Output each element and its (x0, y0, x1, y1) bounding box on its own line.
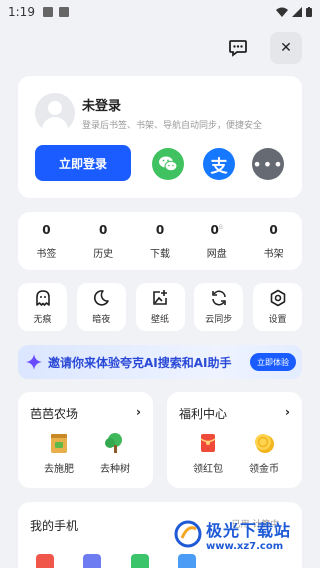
phone-title: 我的手机 (30, 519, 79, 533)
ghost-icon (35, 290, 50, 306)
tool-label: 无痕 (33, 315, 52, 325)
stat-label: 网盘 (206, 248, 227, 260)
wechat-login-button[interactable] (152, 148, 184, 180)
document-app-icon[interactable] (178, 554, 196, 568)
farm-item-label: 去种树 (100, 464, 130, 475)
stat-label: 下载 (149, 248, 170, 260)
status-bar: 1:19 (0, 0, 320, 24)
avatar[interactable] (35, 93, 75, 133)
fertilize-button[interactable]: 去施肥 (37, 432, 81, 475)
welfare-item-label: 领金币 (249, 464, 279, 475)
red-packet-button[interactable]: 领红包 (186, 432, 230, 475)
sparkle-icon (26, 354, 42, 370)
ai-invite-banner[interactable]: 邀请你来体验夸克AI搜索和AI助手 立即体验 (18, 345, 302, 379)
gear-icon (270, 289, 285, 307)
stat-count: 0 (155, 222, 165, 237)
login-button[interactable]: 立即登录 (35, 145, 131, 181)
sync-icon (211, 290, 226, 306)
fertilizer-bag-icon (51, 434, 67, 453)
close-button[interactable]: ✕ (270, 32, 302, 64)
coin-icon (255, 434, 274, 453)
more-icon: ••• (252, 154, 284, 174)
wechat-icon (159, 156, 178, 172)
signal-icon (292, 7, 302, 17)
plant-tree-button[interactable]: 去种树 (93, 432, 137, 475)
login-card: 未登录 登录后书签、书架、导航自动同步，便捷安全 立即登录 支 ••• (18, 76, 302, 198)
app-notification-icon (58, 7, 69, 17)
stat-downloads[interactable]: 0 下载 (132, 212, 189, 270)
notification-icon (42, 7, 53, 17)
red-packet-icon (200, 434, 216, 452)
alipay-icon: 支 (210, 156, 228, 177)
stat-count: 0 (269, 222, 278, 237)
tree-icon (105, 433, 122, 453)
tool-cloud-sync[interactable]: 云同步 (194, 283, 244, 331)
tool-label: 云同步 (205, 315, 233, 325)
status-time: 1:19 (8, 5, 35, 19)
login-status-title[interactable]: 未登录 (82, 95, 121, 114)
watermark-logo-icon (174, 520, 202, 548)
stat-count: 0 (99, 222, 108, 237)
wifi-icon (276, 7, 288, 17)
farm-title: 芭芭农场 (30, 407, 79, 421)
top-bar: ✕ (0, 24, 320, 70)
tool-incognito[interactable]: 无痕 (18, 283, 67, 331)
tool-dark-mode[interactable]: 暗夜 (76, 283, 126, 331)
close-icon: ✕ (280, 40, 292, 56)
message-icon (229, 40, 247, 57)
alipay-login-button[interactable]: 支 (203, 148, 235, 180)
image-app-icon[interactable] (83, 554, 101, 568)
stat-cloud-drive[interactable]: 0B 网盘 (188, 212, 245, 270)
chevron-right-icon[interactable]: › (136, 405, 141, 419)
chevron-right-icon[interactable]: › (285, 405, 290, 419)
stat-count: 0B (210, 222, 224, 237)
tool-label: 壁纸 (150, 315, 169, 325)
more-login-button[interactable]: ••• (252, 148, 284, 180)
gold-coin-button[interactable]: 领金币 (242, 432, 286, 475)
stat-bookmarks[interactable]: 0 书签 (18, 212, 75, 270)
watermark: 极光下载站 www.xz7.com (174, 512, 320, 556)
welfare-card[interactable]: 福利中心 › 领红包 领金币 (167, 392, 302, 488)
watermark-url: www.xz7.com (206, 540, 284, 552)
quick-tools: 无痕 暗夜 壁纸 云同步 设置 (18, 283, 302, 331)
apk-app-icon[interactable] (131, 554, 149, 568)
farm-item-label: 去施肥 (44, 464, 74, 475)
stat-label: 历史 (93, 248, 114, 260)
tool-settings[interactable]: 设置 (253, 283, 302, 331)
tool-label: 设置 (268, 315, 287, 325)
message-button[interactable] (224, 34, 252, 62)
stat-bookshelf[interactable]: 0 书架 (245, 212, 302, 270)
stat-count: 0 (42, 222, 51, 237)
moon-icon (94, 290, 110, 306)
watermark-name: 极光下载站 (206, 520, 292, 540)
tool-wallpaper[interactable]: 壁纸 (135, 283, 185, 331)
stat-label: 书架 (263, 248, 284, 260)
try-now-button[interactable]: 立即体验 (250, 353, 296, 371)
farm-card[interactable]: 芭芭农场 › 去施肥 去种树 (18, 392, 153, 488)
welfare-item-label: 领红包 (193, 464, 223, 475)
tool-label: 暗夜 (92, 315, 111, 325)
welfare-title: 福利中心 (179, 407, 228, 421)
battery-icon (306, 7, 312, 17)
login-subtitle: 登录后书签、书架、导航自动同步，便捷安全 (82, 121, 263, 131)
banner-text: 邀请你来体验夸克AI搜索和AI助手 (48, 355, 232, 370)
stat-label: 书签 (36, 248, 57, 260)
stat-history[interactable]: 0 历史 (75, 212, 132, 270)
wallpaper-icon (153, 290, 167, 305)
stats-card: 0 书签 0 历史 0 下载 0B 网盘 0 书架 (18, 212, 302, 270)
video-app-icon[interactable] (36, 554, 54, 568)
